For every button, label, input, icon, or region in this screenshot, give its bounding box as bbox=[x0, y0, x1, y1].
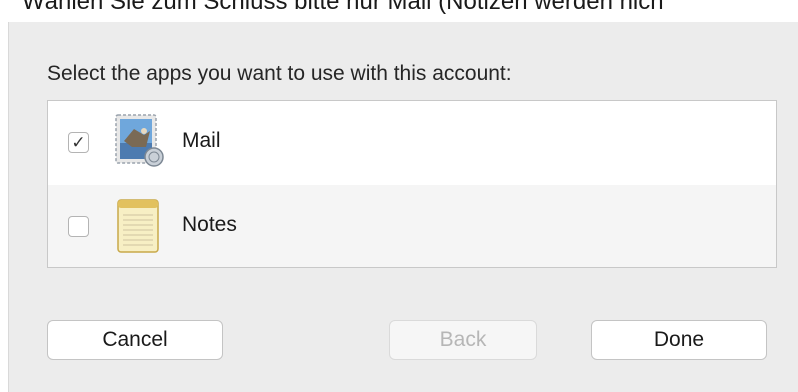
mail-label: Mail bbox=[182, 129, 221, 152]
notes-label: Notes bbox=[182, 213, 237, 236]
back-button: Back bbox=[389, 320, 537, 360]
account-apps-dialog: Select the apps you want to use with thi… bbox=[8, 22, 798, 392]
notes-checkbox[interactable] bbox=[68, 216, 89, 237]
notes-icon bbox=[117, 199, 159, 253]
app-row-mail[interactable]: ✓ Mail bbox=[48, 101, 776, 185]
mail-checkbox[interactable]: ✓ bbox=[68, 132, 89, 153]
app-list: ✓ Mail Notes bbox=[47, 100, 777, 268]
dialog-prompt: Select the apps you want to use with thi… bbox=[47, 62, 512, 85]
done-button[interactable]: Done bbox=[591, 320, 767, 360]
page: Wählen Sie zum Schluss bitte nur Mail (N… bbox=[0, 0, 798, 392]
app-row-notes[interactable]: Notes bbox=[48, 185, 776, 267]
cancel-button[interactable]: Cancel bbox=[47, 320, 223, 360]
mail-stamp-icon bbox=[115, 114, 164, 167]
caption-text: Wählen Sie zum Schluss bitte nur Mail (N… bbox=[22, 0, 664, 14]
